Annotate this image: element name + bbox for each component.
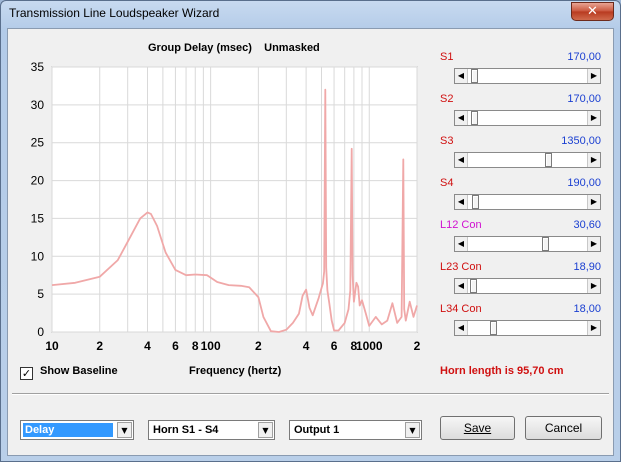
chevron-down-icon[interactable]: ▼ (405, 422, 420, 438)
x-tick-label: 2 (414, 339, 421, 353)
title-bar: Transmission Line Loudspeaker Wizard ✕ (1, 1, 620, 27)
arrow-right-icon[interactable]: ▶ (587, 279, 600, 293)
wizard-window: Transmission Line Loudspeaker Wizard ✕ G… (0, 0, 621, 462)
param-slider[interactable]: ◀ ▶ (454, 194, 601, 210)
slider-thumb[interactable] (470, 279, 478, 293)
y-tick-label: 10 (31, 249, 45, 263)
y-tick-label: 15 (31, 211, 45, 225)
x-tick-label: 10 (45, 339, 59, 353)
param-value: 18,90 (573, 261, 601, 273)
y-tick-label: 35 (31, 60, 45, 74)
param-label: L12 Con (440, 219, 482, 231)
save-button[interactable]: Save (440, 416, 515, 440)
show-baseline-checkbox[interactable]: ✓ (20, 367, 33, 380)
output-combo[interactable]: Output 1 ▼ (289, 420, 422, 440)
y-tick-label: 30 (31, 98, 45, 112)
param-slider[interactable]: ◀ ▶ (454, 236, 601, 252)
slider-thumb[interactable] (471, 69, 479, 83)
param-value: 30,60 (573, 219, 601, 231)
group-delay-chart: 0510152025303510 2 4 6 8 100 2 4 6 81000 2 (31, 60, 421, 353)
x-tick-label: 6 (172, 339, 179, 353)
x-tick-label: 100 (201, 339, 221, 353)
x-tick-label: 8 (192, 339, 199, 353)
close-button[interactable]: ✕ (571, 2, 614, 21)
cancel-button[interactable]: Cancel (525, 416, 602, 440)
slider-thumb[interactable] (472, 195, 480, 209)
param-label: S1 (440, 51, 454, 63)
param-value: 18,00 (573, 303, 601, 315)
slider-thumb[interactable] (541, 237, 549, 251)
arrow-left-icon[interactable]: ◀ (455, 69, 468, 83)
param-slider[interactable]: ◀ ▶ (454, 152, 601, 168)
y-tick-label: 20 (31, 174, 45, 188)
show-baseline-row[interactable]: ✓ Show Baseline (20, 365, 118, 380)
param-value: 170,00 (567, 51, 601, 63)
x-tick-label: 1000 (356, 339, 383, 353)
arrow-left-icon[interactable]: ◀ (455, 195, 468, 209)
display-mode-value: Delay (23, 423, 113, 437)
param-value: 190,00 (567, 177, 601, 189)
output-value: Output 1 (294, 424, 340, 436)
section-value: Horn S1 - S4 (153, 424, 219, 436)
param-label: S3 (440, 135, 454, 147)
arrow-right-icon[interactable]: ▶ (587, 69, 600, 83)
arrow-left-icon[interactable]: ◀ (455, 111, 468, 125)
x-tick-label: 4 (144, 339, 151, 353)
param-slider[interactable]: ◀ ▶ (454, 278, 601, 294)
y-tick-label: 0 (37, 325, 44, 339)
slider-thumb[interactable] (545, 153, 553, 167)
display-mode-combo[interactable]: Delay ▼ (20, 420, 134, 440)
divider (12, 393, 609, 395)
arrow-right-icon[interactable]: ▶ (587, 153, 600, 167)
section-combo[interactable]: Horn S1 - S4 ▼ (148, 420, 275, 440)
chart-title: Group Delay (msec) Unmasked (148, 42, 320, 54)
arrow-left-icon[interactable]: ◀ (455, 321, 468, 335)
param-label: S4 (440, 177, 454, 189)
slider-thumb[interactable] (490, 321, 498, 335)
x-tick-label: 6 (331, 339, 338, 353)
param-value: 170,00 (567, 93, 601, 105)
x-tick-label: 4 (303, 339, 310, 353)
chevron-down-icon[interactable]: ▼ (117, 422, 132, 438)
client-area: Group Delay (msec) Unmasked 0 5 10 15 20 25 30… (7, 28, 614, 456)
x-axis-label: Frequency (hertz) (189, 365, 282, 377)
y-tick-label: 5 (37, 287, 44, 301)
param-label: S2 (440, 93, 454, 105)
show-baseline-label: Show Baseline (40, 365, 118, 377)
param-slider[interactable]: ◀ ▶ (454, 110, 601, 126)
param-slider[interactable]: ◀ ▶ (454, 68, 601, 84)
param-value: 1350,00 (561, 135, 601, 147)
window-title: Transmission Line Loudspeaker Wizard (9, 6, 220, 20)
horn-length-text: Horn length is 95,70 cm (440, 365, 564, 377)
slider-thumb[interactable] (471, 111, 479, 125)
y-tick-label: 25 (31, 136, 45, 150)
x-tick-label: 2 (255, 339, 262, 353)
arrow-right-icon[interactable]: ▶ (587, 237, 600, 251)
arrow-left-icon[interactable]: ◀ (455, 153, 468, 167)
param-label: L23 Con (440, 261, 482, 273)
param-label: L34 Con (440, 303, 482, 315)
arrow-right-icon[interactable]: ▶ (587, 111, 600, 125)
arrow-left-icon[interactable]: ◀ (455, 279, 468, 293)
x-tick-label: 2 (96, 339, 103, 353)
arrow-left-icon[interactable]: ◀ (455, 237, 468, 251)
arrow-right-icon[interactable]: ▶ (587, 195, 600, 209)
save-label: Save (463, 421, 492, 435)
param-slider[interactable]: ◀ ▶ (454, 320, 601, 336)
arrow-right-icon[interactable]: ▶ (587, 321, 600, 335)
chevron-down-icon[interactable]: ▼ (258, 422, 273, 438)
